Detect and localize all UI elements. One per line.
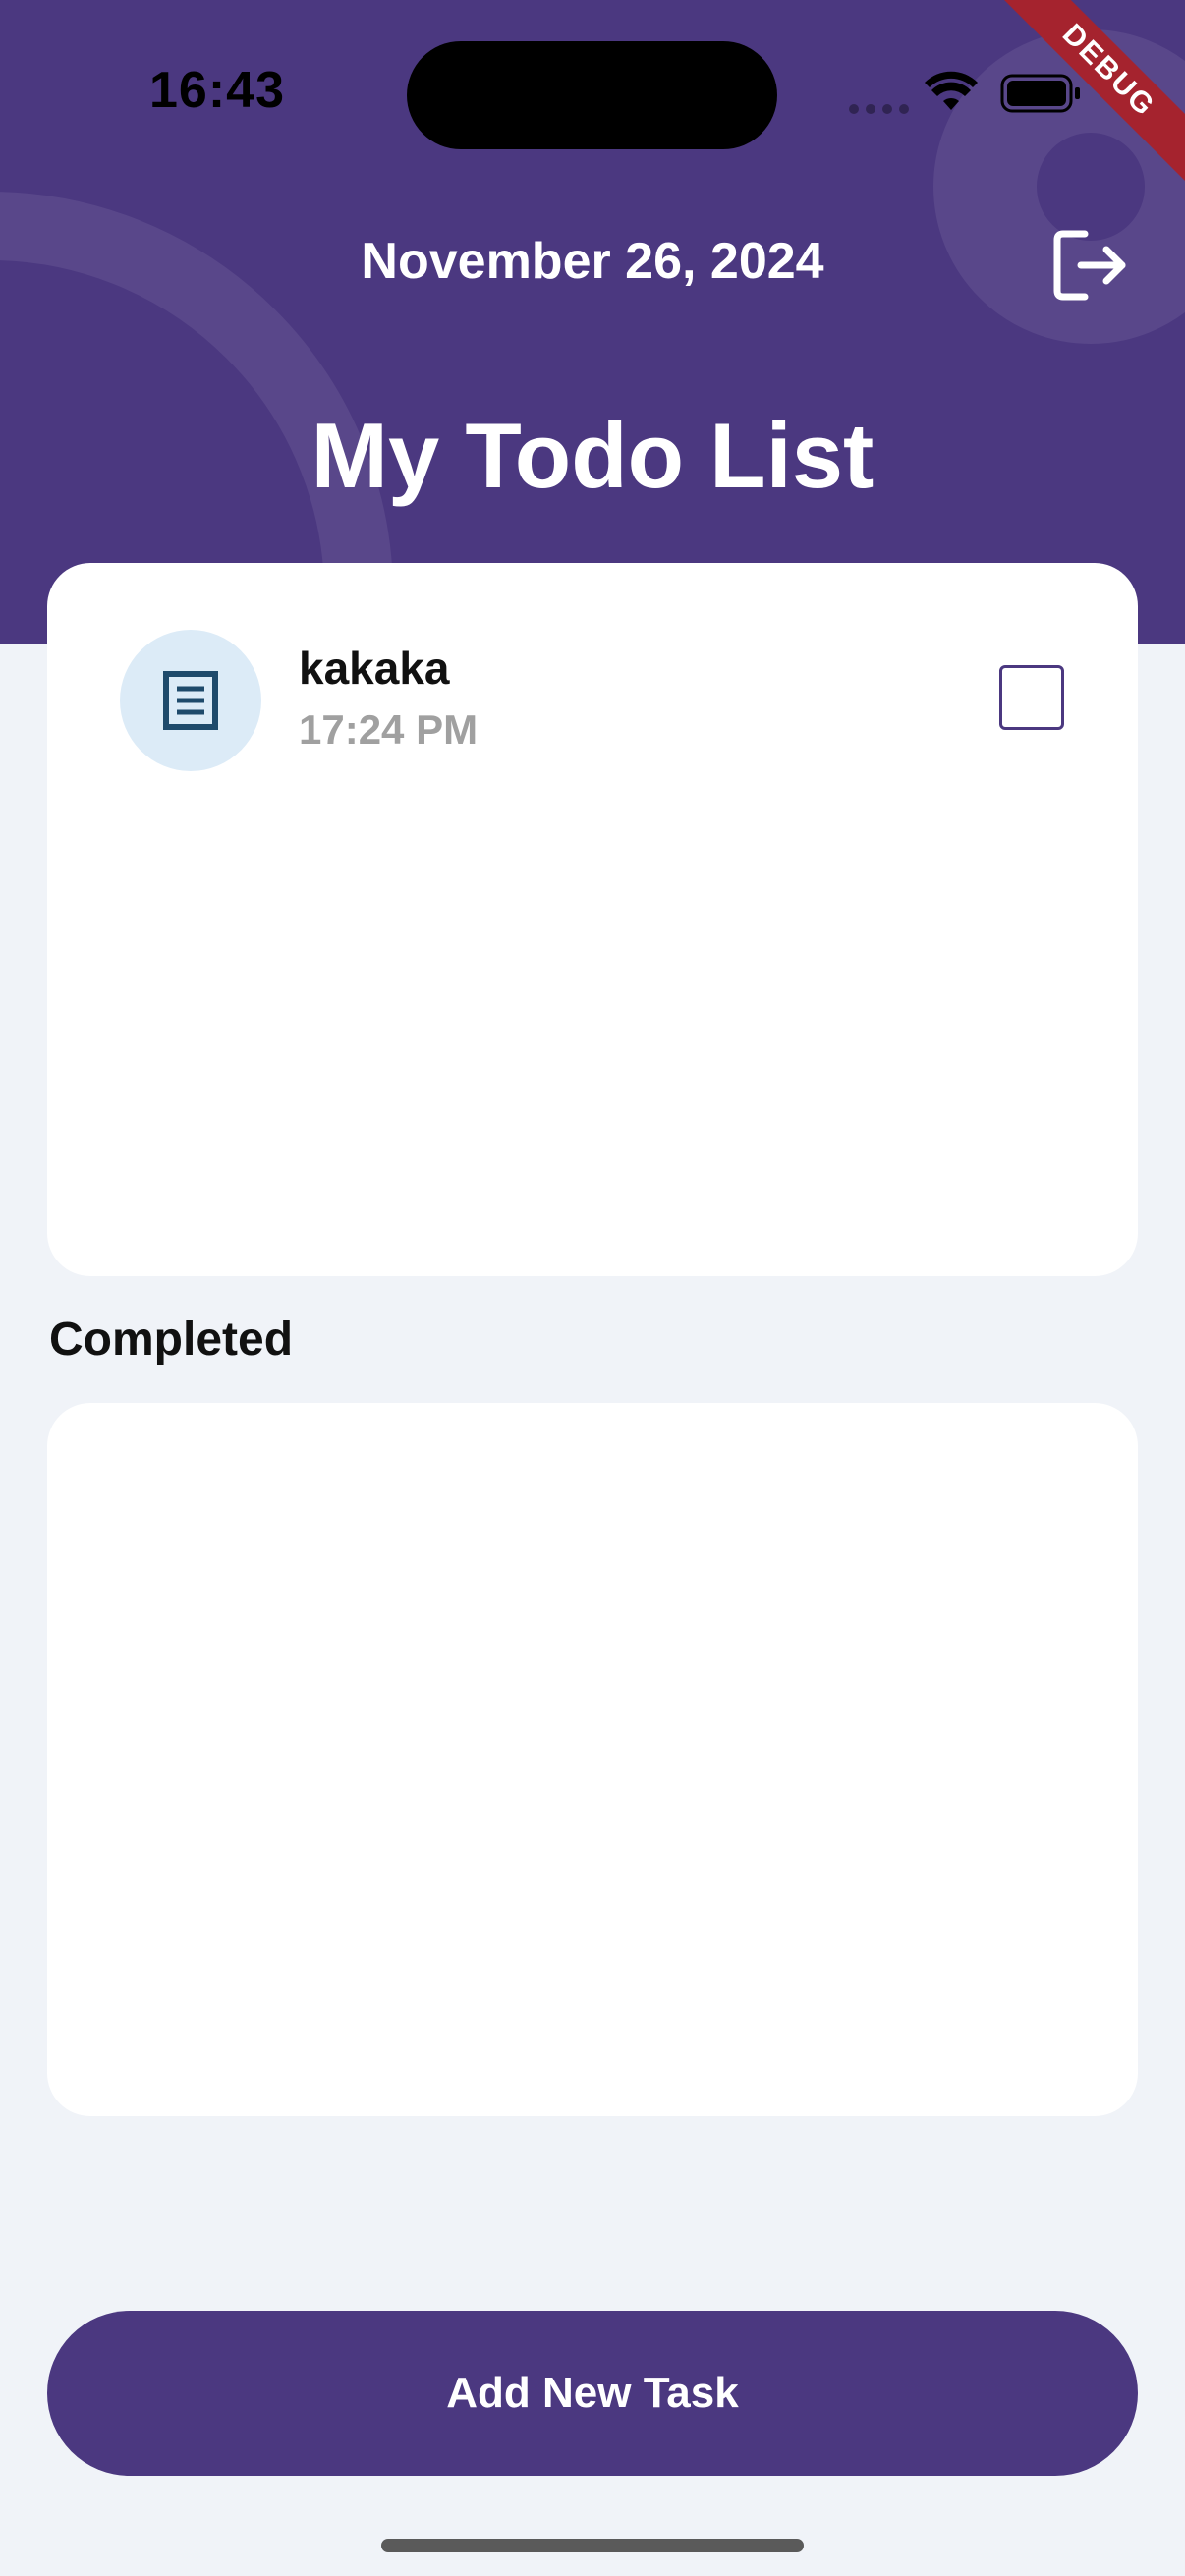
signal-dots-icon xyxy=(849,104,909,114)
task-icon-container xyxy=(120,630,261,771)
todo-list-card: kakaka 17:24 PM xyxy=(47,563,1138,1276)
task-title: kakaka xyxy=(299,643,450,694)
header: 16:43 DEBUG November 26, 2024 My Todo Li… xyxy=(0,0,1185,644)
task-time: 17:24 PM xyxy=(299,706,479,753)
page-title: My Todo List xyxy=(310,404,875,507)
header-date: November 26, 2024 xyxy=(361,233,824,290)
logout-icon[interactable] xyxy=(1051,228,1130,303)
document-icon xyxy=(163,671,218,730)
dynamic-island xyxy=(407,41,777,149)
add-task-button[interactable]: Add New Task xyxy=(47,2311,1138,2476)
wifi-icon xyxy=(925,71,978,110)
status-bar-time: 16:43 xyxy=(149,62,285,119)
completed-list-card xyxy=(47,1403,1138,2116)
list-item[interactable]: kakaka 17:24 PM xyxy=(47,563,1138,771)
completed-heading: Completed xyxy=(49,1314,294,1366)
home-indicator[interactable] xyxy=(381,2539,804,2552)
task-checkbox[interactable] xyxy=(999,665,1064,730)
battery-icon xyxy=(1000,74,1080,113)
